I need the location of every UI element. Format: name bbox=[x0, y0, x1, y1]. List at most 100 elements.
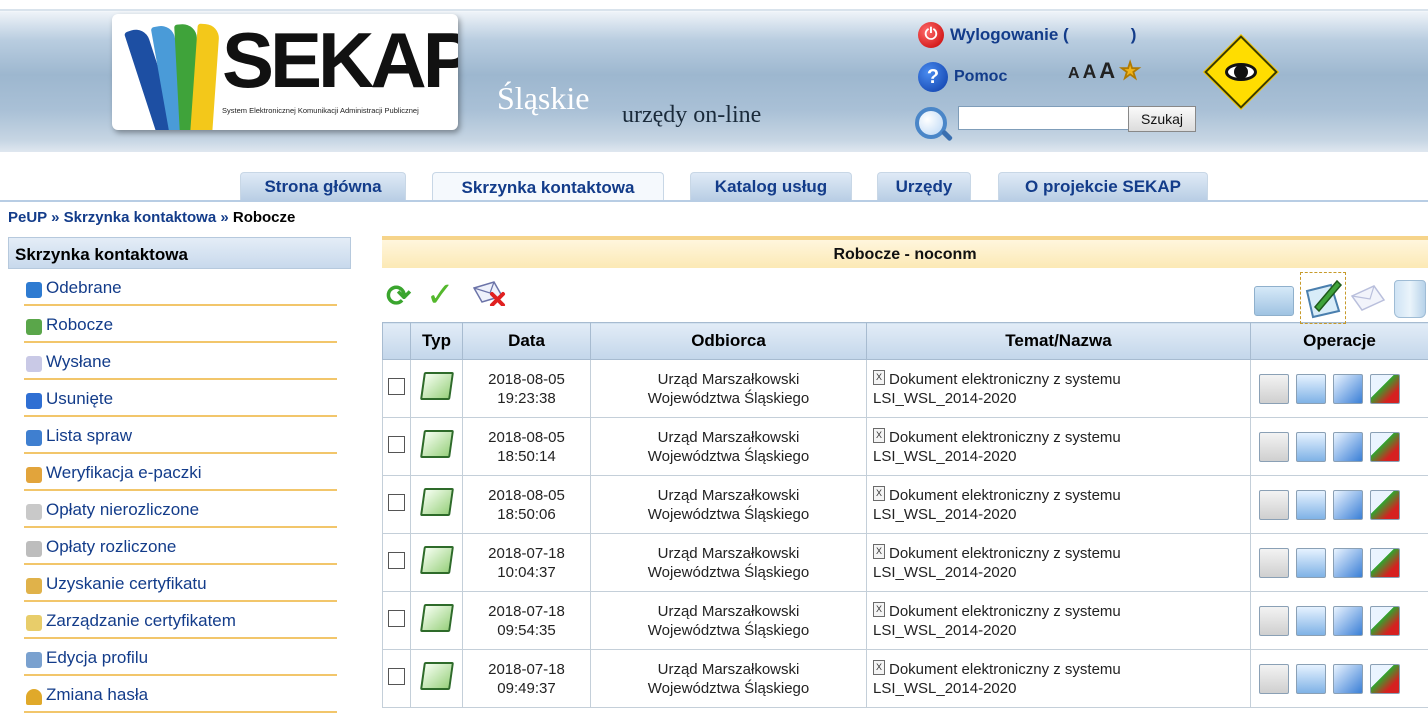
open-folder-icon[interactable] bbox=[1296, 547, 1326, 578]
xml-document-icon: X bbox=[873, 543, 885, 559]
table-row[interactable]: 2018-07-18 10:04:37 Urząd Marszałkowski Wo… bbox=[382, 533, 1428, 592]
help-link[interactable]: ? Pomoc bbox=[918, 62, 1007, 92]
search-button[interactable]: Szukaj bbox=[1128, 106, 1196, 132]
row-subject[interactable]: Dokument elektroniczny z systemu bbox=[889, 429, 1121, 446]
details-icon[interactable] bbox=[1259, 489, 1289, 520]
row-recipient: Urząd Marszałkowski bbox=[657, 544, 800, 562]
eye-icon[interactable] bbox=[1204, 35, 1278, 109]
table-row[interactable]: 2018-07-18 09:49:37 Urząd Marszałkowski Wo… bbox=[382, 649, 1428, 708]
col-date[interactable]: Data bbox=[462, 322, 591, 360]
font-medium-button[interactable]: A bbox=[1083, 62, 1099, 84]
row-subject-line2[interactable]: LSI_WSL_2014-2020 bbox=[873, 506, 1016, 523]
row-subject[interactable]: Dokument elektroniczny z systemu bbox=[889, 661, 1121, 678]
open-folder-icon[interactable] bbox=[1296, 373, 1326, 404]
logo-subtitle: System Elektronicznej Komunikacji Admini… bbox=[222, 106, 419, 115]
edit-icon[interactable] bbox=[1333, 663, 1363, 694]
envelope-icon[interactable] bbox=[1350, 284, 1386, 312]
breadcrumb-current: Robocze bbox=[232, 209, 296, 226]
row-recipient: Urząd Marszałkowski bbox=[657, 660, 800, 678]
table-row[interactable]: 2018-08-05 18:50:06 Urząd Marszałkowski Wo… bbox=[382, 475, 1428, 534]
send-icon[interactable] bbox=[1370, 663, 1400, 694]
row-checkbox[interactable] bbox=[388, 551, 405, 569]
col-subject[interactable]: Temat/Nazwa bbox=[866, 322, 1251, 360]
document-type-icon bbox=[419, 488, 454, 516]
sidebar-item-manage-certificate[interactable]: Zarządzanie certyfikatem bbox=[24, 602, 337, 639]
details-icon[interactable] bbox=[1259, 431, 1289, 462]
table-row[interactable]: 2018-07-18 09:54:35 Urząd Marszałkowski Wo… bbox=[382, 591, 1428, 650]
breadcrumb-contact-box[interactable]: Skrzynka kontaktowa bbox=[64, 209, 217, 226]
send-icon[interactable] bbox=[1370, 431, 1400, 462]
open-folder-icon[interactable] bbox=[1296, 605, 1326, 636]
send-icon[interactable] bbox=[1370, 547, 1400, 578]
sekap-logo[interactable]: SEKAP System Elektronicznej Komunikacji … bbox=[112, 14, 458, 130]
details-icon[interactable] bbox=[1259, 605, 1289, 636]
tab-contact-box[interactable]: Skrzynka kontaktowa bbox=[432, 172, 664, 202]
row-subject[interactable]: Dokument elektroniczny z systemu bbox=[889, 371, 1121, 388]
sidebar-item-drafts[interactable]: Robocze bbox=[24, 306, 337, 343]
row-subject-line2[interactable]: LSI_WSL_2014-2020 bbox=[873, 680, 1016, 697]
sidebar-item-change-password[interactable]: Zmiana hasła bbox=[24, 676, 337, 713]
open-folder-icon[interactable] bbox=[1296, 431, 1326, 462]
details-icon[interactable] bbox=[1259, 547, 1289, 578]
table-row[interactable]: 2018-08-05 19:23:38 Urząd Marszałkowski Wo… bbox=[382, 359, 1428, 418]
power-icon: ⏻ bbox=[918, 22, 944, 48]
delete-mail-icon[interactable] bbox=[472, 280, 506, 306]
breadcrumb: PeUP » Skrzynka kontaktowa » Robocze bbox=[8, 209, 296, 226]
sidebar-title: Skrzynka kontaktowa bbox=[8, 237, 351, 269]
col-recipient[interactable]: Odbiorca bbox=[590, 322, 867, 360]
check-icon[interactable]: ✓ bbox=[426, 278, 455, 312]
row-checkbox[interactable] bbox=[388, 435, 405, 453]
sidebar-item-package-verify[interactable]: Weryfikacja e-paczki bbox=[24, 454, 337, 491]
send-icon[interactable] bbox=[1370, 373, 1400, 404]
package-icon bbox=[26, 467, 42, 483]
logout-link[interactable]: ⏻ Wylogowanie ( ) bbox=[918, 22, 1136, 48]
row-subject[interactable]: Dokument elektroniczny z systemu bbox=[889, 545, 1121, 562]
star-icon[interactable]: ★ bbox=[1120, 58, 1142, 84]
row-subject-line2[interactable]: LSI_WSL_2014-2020 bbox=[873, 448, 1016, 465]
table-row[interactable]: 2018-08-05 18:50:14 Urząd Marszałkowski Wo… bbox=[382, 417, 1428, 476]
sidebar-item-edit-profile[interactable]: Edycja profilu bbox=[24, 639, 337, 676]
row-checkbox[interactable] bbox=[388, 609, 405, 627]
open-folder-icon[interactable] bbox=[1296, 663, 1326, 694]
row-subject-line2[interactable]: LSI_WSL_2014-2020 bbox=[873, 622, 1016, 639]
edit-icon[interactable] bbox=[1333, 605, 1363, 636]
folder-icon[interactable] bbox=[1254, 286, 1294, 316]
send-icon[interactable] bbox=[1370, 605, 1400, 636]
row-subject-line2[interactable]: LSI_WSL_2014-2020 bbox=[873, 390, 1016, 407]
edit-icon[interactable] bbox=[1333, 373, 1363, 404]
send-icon[interactable] bbox=[1370, 489, 1400, 520]
row-checkbox[interactable] bbox=[388, 667, 405, 685]
edit-icon[interactable] bbox=[1333, 431, 1363, 462]
col-type[interactable]: Typ bbox=[410, 322, 463, 360]
sidebar-item-received[interactable]: Odebrane bbox=[24, 269, 337, 306]
font-small-button[interactable]: A bbox=[1068, 65, 1082, 83]
tab-offices[interactable]: Urzędy bbox=[877, 172, 971, 201]
search-input[interactable] bbox=[958, 106, 1132, 130]
region-name: Śląskie bbox=[497, 80, 590, 116]
edit-icon[interactable] bbox=[1333, 547, 1363, 578]
tab-about[interactable]: O projekcie SEKAP bbox=[998, 172, 1208, 201]
sidebar-item-sent[interactable]: Wysłane bbox=[24, 343, 337, 380]
row-subject[interactable]: Dokument elektroniczny z systemu bbox=[889, 603, 1121, 620]
breadcrumb-peup[interactable]: PeUP bbox=[8, 209, 47, 226]
edit-icon[interactable] bbox=[1333, 489, 1363, 520]
details-icon[interactable] bbox=[1259, 373, 1289, 404]
sidebar-item-deleted[interactable]: Usunięte bbox=[24, 380, 337, 417]
row-subject-line2[interactable]: LSI_WSL_2014-2020 bbox=[873, 564, 1016, 581]
row-subject[interactable]: Dokument elektroniczny z systemu bbox=[889, 487, 1121, 504]
sidebar-item-paid[interactable]: Opłaty rozliczone bbox=[24, 528, 337, 565]
open-folder-icon[interactable] bbox=[1296, 489, 1326, 520]
tab-service-catalog[interactable]: Katalog usług bbox=[690, 172, 852, 201]
payment-done-icon bbox=[26, 541, 42, 557]
row-checkbox[interactable] bbox=[388, 493, 405, 511]
font-large-button[interactable]: A bbox=[1099, 58, 1117, 84]
edit-draft-icon[interactable] bbox=[1300, 272, 1346, 324]
trash-icon[interactable] bbox=[1394, 280, 1426, 318]
sidebar-item-cases[interactable]: Lista spraw bbox=[24, 417, 337, 454]
tab-home[interactable]: Strona główna bbox=[240, 172, 406, 201]
details-icon[interactable] bbox=[1259, 663, 1289, 694]
sidebar-item-unpaid[interactable]: Opłaty nierozliczone bbox=[24, 491, 337, 528]
row-checkbox[interactable] bbox=[388, 377, 405, 395]
sidebar-item-get-certificate[interactable]: Uzyskanie certyfikatu bbox=[24, 565, 337, 602]
refresh-icon[interactable]: ⟳ bbox=[386, 282, 411, 312]
